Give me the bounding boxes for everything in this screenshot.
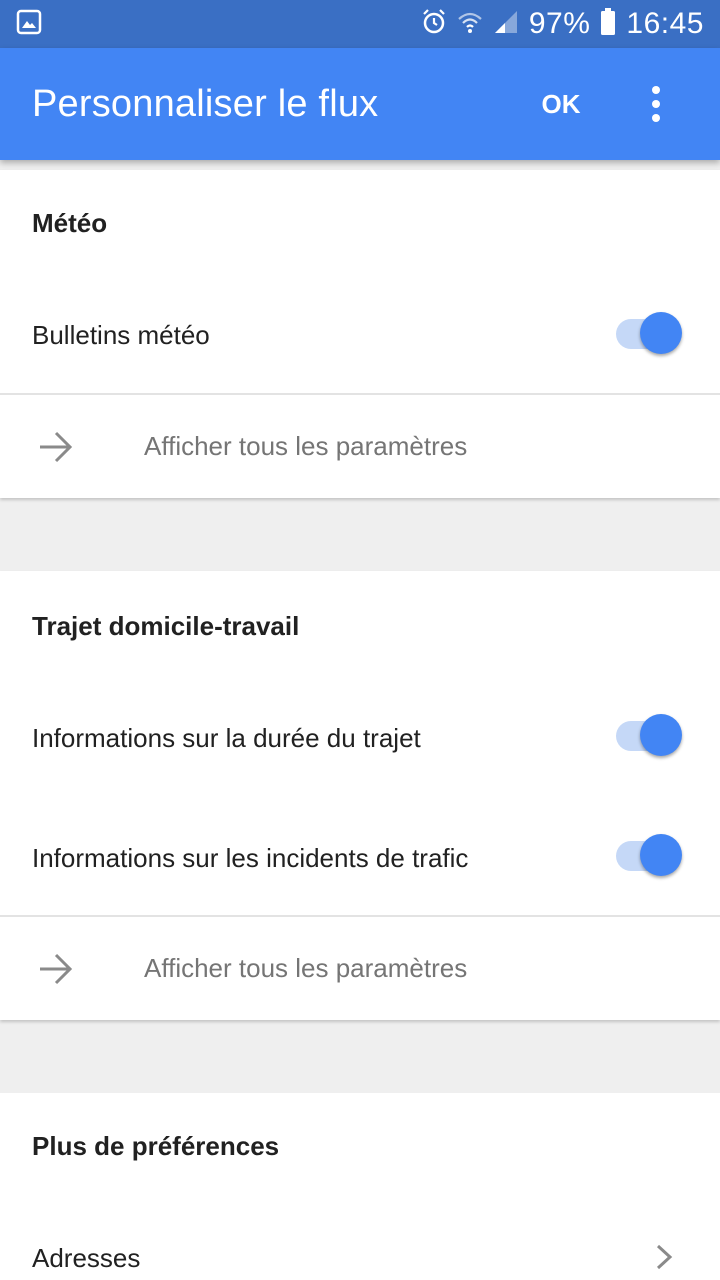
clock: 16:45 — [626, 7, 704, 40]
app-bar: Personnaliser le flux OK — [0, 48, 720, 160]
weather-bulletins-toggle[interactable] — [614, 312, 684, 356]
more-vert-icon[interactable] — [632, 76, 680, 132]
preferences-card-title: Plus de préférences — [32, 1131, 280, 1161]
arrow-right-icon — [36, 429, 76, 465]
weather-card: Météo Bulletins météo Afficher tous les … — [0, 170, 720, 498]
image-icon — [16, 9, 42, 40]
weather-settings-link[interactable]: Afficher tous les paramètres — [0, 395, 720, 499]
arrow-right-icon — [36, 951, 76, 987]
signal-icon — [493, 9, 519, 40]
battery-icon — [600, 7, 616, 41]
commute-incidents-label: Informations sur les incidents de trafic — [32, 843, 469, 873]
commute-settings-label: Afficher tous les paramètres — [144, 953, 468, 983]
commute-card: Trajet domicile-travail Informations sur… — [0, 571, 720, 1020]
alarm-icon — [421, 8, 447, 41]
preferences-card: Plus de préférences Adresses — [0, 1093, 720, 1280]
commute-duration-toggle[interactable] — [614, 714, 684, 758]
battery-percent: 97% — [528, 7, 591, 40]
weather-settings-label: Afficher tous les paramètres — [144, 431, 468, 461]
weather-card-title: Météo — [32, 208, 108, 238]
commute-settings-link[interactable]: Afficher tous les paramètres — [0, 917, 720, 1021]
page-title: Personnaliser le flux — [32, 83, 379, 125]
status-bar: 97% 16:45 — [0, 0, 720, 48]
commute-card-title: Trajet domicile-travail — [32, 611, 300, 641]
commute-incidents-toggle[interactable] — [614, 834, 684, 878]
wifi-icon — [457, 9, 483, 40]
commute-duration-label: Informations sur la durée du trajet — [32, 723, 421, 753]
chevron-right-icon[interactable] — [652, 1243, 676, 1271]
weather-bulletins-label: Bulletins météo — [32, 320, 210, 350]
ok-button[interactable]: OK — [530, 76, 592, 132]
addresses-label[interactable]: Adresses — [32, 1243, 140, 1274]
